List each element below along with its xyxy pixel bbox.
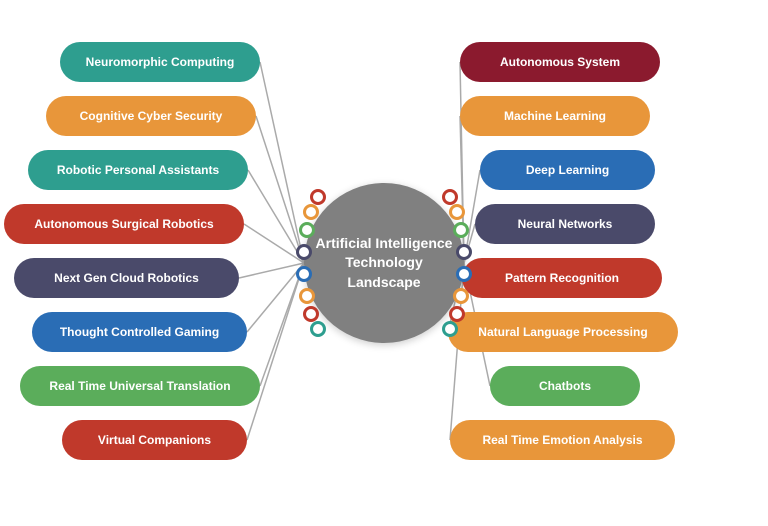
dot-left-0 (310, 189, 326, 205)
right-node-emotion: Real Time Emotion Analysis (450, 420, 675, 460)
left-node-robotic: Robotic Personal Assistants (28, 150, 248, 190)
left-node-neuromorphic: Neuromorphic Computing (60, 42, 260, 82)
right-node-machine: Machine Learning (460, 96, 650, 136)
dot-right-4 (456, 266, 472, 282)
center-node: Artificial Intelligence Technology Lands… (304, 183, 464, 343)
dot-right-2 (453, 222, 469, 238)
dot-right-0 (442, 189, 458, 205)
right-node-deep: Deep Learning (480, 150, 655, 190)
dot-right-6 (449, 306, 465, 322)
right-node-autonomous-sys: Autonomous System (460, 42, 660, 82)
dot-left-1 (303, 204, 319, 220)
left-node-thought: Thought Controlled Gaming (32, 312, 247, 352)
left-node-virtual: Virtual Companions (62, 420, 247, 460)
right-node-neural: Neural Networks (475, 204, 655, 244)
left-node-cognitive: Cognitive Cyber Security (46, 96, 256, 136)
dot-right-1 (449, 204, 465, 220)
center-label: Artificial Intelligence Technology Lands… (316, 234, 453, 293)
left-node-realtime: Real Time Universal Translation (20, 366, 260, 406)
dot-right-5 (453, 288, 469, 304)
dot-right-7 (442, 321, 458, 337)
right-node-pattern: Pattern Recognition (462, 258, 662, 298)
left-node-nextgen: Next Gen Cloud Robotics (14, 258, 239, 298)
dot-left-6 (303, 306, 319, 322)
dot-right-3 (456, 244, 472, 260)
dot-left-5 (299, 288, 315, 304)
dot-left-7 (310, 321, 326, 337)
right-node-chatbots: Chatbots (490, 366, 640, 406)
left-node-autonomous-surg: Autonomous Surgical Robotics (4, 204, 244, 244)
right-node-nlp: Natural Language Processing (448, 312, 678, 352)
mind-map-canvas: Artificial Intelligence Technology Lands… (0, 0, 768, 526)
